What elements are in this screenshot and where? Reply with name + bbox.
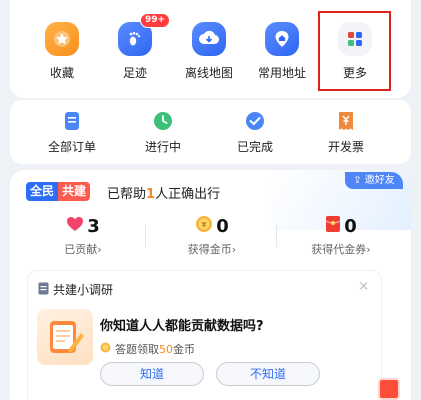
all-orders-label: 全部订单 bbox=[47, 140, 96, 154]
answer-no-button[interactable]: 不知道 bbox=[216, 362, 320, 386]
common-address-label: 常用地址 bbox=[257, 66, 306, 80]
survey-illustration bbox=[37, 309, 93, 365]
common-address-button[interactable]: 常用地址 bbox=[247, 22, 317, 81]
favorites-label: 收藏 bbox=[49, 66, 74, 80]
svg-text:¥: ¥ bbox=[202, 221, 207, 229]
badge-cobuild: 共建 bbox=[58, 182, 91, 201]
cloud-download-icon bbox=[192, 22, 226, 56]
survey-header: 共建小调研 bbox=[38, 281, 113, 298]
contributed-value: 3 bbox=[87, 215, 100, 237]
completed-label: 已完成 bbox=[236, 140, 273, 154]
helped-prefix: 已帮助 bbox=[107, 187, 147, 202]
coupons-stat[interactable]: 0 获得代金券› bbox=[286, 215, 396, 257]
invoice-label: 开发票 bbox=[327, 140, 364, 154]
offline-map-button[interactable]: 离线地图 bbox=[174, 22, 244, 81]
document-icon bbox=[61, 110, 83, 132]
favorites-button[interactable]: 收藏 bbox=[27, 22, 97, 81]
reward-suffix: 金币 bbox=[173, 343, 195, 356]
stat-divider bbox=[145, 225, 146, 247]
offline-map-label: 离线地图 bbox=[184, 66, 233, 80]
heart-icon bbox=[66, 216, 84, 237]
more-highlight-box bbox=[318, 11, 391, 91]
reward-amount: 50 bbox=[159, 343, 173, 356]
footprint-button[interactable]: 99+ 足迹 bbox=[100, 13, 171, 81]
invite-label: 邀好友 bbox=[364, 175, 395, 186]
star-icon bbox=[45, 22, 79, 56]
invite-friends-button[interactable]: ⇪ 邀好友 bbox=[345, 172, 403, 189]
in-progress-label: 进行中 bbox=[144, 140, 181, 154]
survey-card: 共建小调研 × 你知道人人都能贡献数据吗? 答题领取50金币 知道 不知道 bbox=[27, 270, 382, 400]
close-icon[interactable]: × bbox=[358, 279, 369, 294]
completed-button[interactable]: 已完成 bbox=[220, 110, 290, 155]
reward-prefix: 答题领取 bbox=[115, 343, 159, 356]
survey-title: 共建小调研 bbox=[53, 283, 114, 297]
share-icon: ⇪ bbox=[353, 175, 362, 186]
coupons-caption: 获得代金券› bbox=[311, 243, 371, 256]
contributed-caption: 已贡献› bbox=[64, 243, 102, 256]
in-progress-button[interactable]: 进行中 bbox=[128, 110, 198, 155]
all-orders-button[interactable]: 全部订单 bbox=[37, 110, 107, 155]
helped-suffix: 人正确出行 bbox=[155, 187, 221, 202]
coin-icon: ¥ bbox=[195, 215, 213, 238]
home-pin-icon bbox=[265, 22, 299, 56]
coupons-value: 0 bbox=[344, 215, 357, 237]
stat-divider bbox=[276, 225, 277, 247]
contributed-stat[interactable]: 3 已贡献› bbox=[28, 215, 138, 257]
coins-stat[interactable]: ¥ 0 获得金币› bbox=[157, 215, 267, 257]
invoice-icon bbox=[335, 110, 357, 132]
invoice-button[interactable]: 开发票 bbox=[311, 110, 381, 155]
coin-icon bbox=[100, 342, 111, 356]
helped-count: 1 bbox=[146, 187, 156, 202]
footprint-icon: 99+ bbox=[118, 13, 171, 56]
coins-value: 0 bbox=[216, 215, 229, 237]
badge-all-people: 全民 bbox=[26, 182, 59, 201]
footprint-badge: 99+ bbox=[140, 13, 171, 28]
footprint-label: 足迹 bbox=[122, 66, 147, 80]
coupon-icon bbox=[325, 215, 341, 238]
survey-reward: 答题领取50金币 bbox=[100, 341, 195, 357]
helped-text: 已帮助1人正确出行 bbox=[107, 183, 220, 202]
cobuild-badge: 全民 共建 bbox=[26, 182, 91, 201]
check-circle-icon bbox=[244, 110, 266, 132]
survey-question: 你知道人人都能贡献数据吗? bbox=[100, 319, 264, 334]
clock-icon bbox=[152, 110, 174, 132]
survey-doc-icon bbox=[38, 282, 49, 298]
red-packet-icon[interactable] bbox=[378, 378, 400, 400]
answer-yes-button[interactable]: 知道 bbox=[100, 362, 204, 386]
coins-caption: 获得金币› bbox=[187, 243, 237, 256]
